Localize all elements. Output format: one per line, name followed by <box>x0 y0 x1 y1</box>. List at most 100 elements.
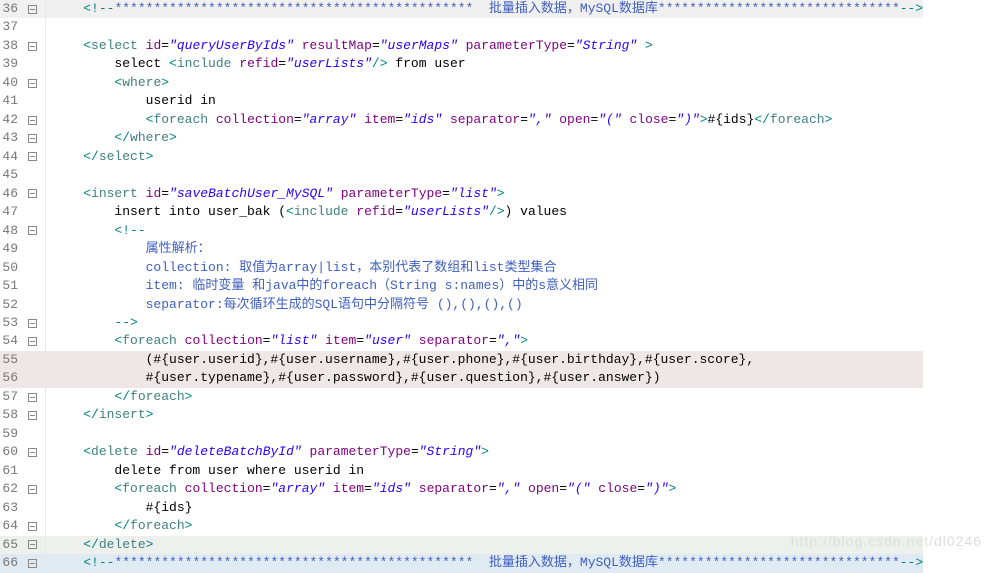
fold-toggle-icon[interactable] <box>28 134 37 143</box>
code-line[interactable]: <where> <box>46 74 923 92</box>
gutter-row: 42 <box>0 111 45 129</box>
gutter-row: 65 <box>0 536 45 554</box>
code-line[interactable]: userid in <box>46 92 923 110</box>
gutter-row: 38 <box>0 37 45 55</box>
code-line[interactable] <box>46 18 923 36</box>
gutter-row: 48 <box>0 222 45 240</box>
line-number: 42 <box>0 111 22 129</box>
fold-toggle-icon[interactable] <box>28 485 37 494</box>
code-line[interactable]: <!--************************************… <box>46 554 923 572</box>
gutter-row: 47 <box>0 203 45 221</box>
line-number: 54 <box>0 332 22 350</box>
code-line[interactable]: <!-- <box>46 222 923 240</box>
fold-marker-slot <box>22 425 42 443</box>
code-line[interactable]: <select id="queryUserByIds" resultMap="u… <box>46 37 923 55</box>
code-line[interactable]: #{user.typename},#{user.password},#{user… <box>46 369 923 387</box>
code-line[interactable]: insert into user_bak (<include refid="us… <box>46 203 923 221</box>
code-line[interactable]: <foreach collection="list" item="user" s… <box>46 332 923 350</box>
fold-toggle-icon[interactable] <box>28 411 37 420</box>
fold-toggle-icon[interactable] <box>28 319 37 328</box>
fold-toggle-icon[interactable] <box>28 189 37 198</box>
code-line[interactable]: #{ids} <box>46 499 923 517</box>
fold-marker-slot <box>22 74 42 92</box>
code-line[interactable]: </where> <box>46 129 923 147</box>
line-number: 46 <box>0 185 22 203</box>
fold-marker-slot <box>22 332 42 350</box>
line-number: 52 <box>0 296 22 314</box>
fold-toggle-icon[interactable] <box>28 152 37 161</box>
code-line[interactable]: <foreach collection="array" item="ids" s… <box>46 111 923 129</box>
gutter-row: 51 <box>0 277 45 295</box>
line-number: 50 <box>0 259 22 277</box>
fold-marker-slot <box>22 240 42 258</box>
code-line[interactable]: 属性解析： <box>46 240 923 258</box>
gutter-row: 40 <box>0 74 45 92</box>
code-line[interactable]: <delete id="deleteBatchById" parameterTy… <box>46 443 923 461</box>
fold-toggle-icon[interactable] <box>28 337 37 346</box>
fold-toggle-icon[interactable] <box>28 116 37 125</box>
code-line[interactable]: <!--************************************… <box>46 0 923 18</box>
fold-toggle-icon[interactable] <box>28 448 37 457</box>
fold-toggle-icon[interactable] <box>28 79 37 88</box>
fold-toggle-icon[interactable] <box>28 559 37 568</box>
code-line[interactable]: --> <box>46 314 923 332</box>
fold-marker-slot <box>22 388 42 406</box>
gutter-row: 62 <box>0 480 45 498</box>
fold-toggle-icon[interactable] <box>28 540 37 549</box>
code-line[interactable]: item: 临时变量 和java中的foreach（String s:names… <box>46 277 923 295</box>
code-line[interactable] <box>46 166 923 184</box>
code-line[interactable]: separator:每次循环生成的SQL语句中分隔符号 (),(),(),() <box>46 296 923 314</box>
code-line[interactable]: <foreach collection="array" item="ids" s… <box>46 480 923 498</box>
code-line[interactable]: select <include refid="userLists"/> from… <box>46 55 923 73</box>
line-number: 47 <box>0 203 22 221</box>
fold-marker-slot <box>22 443 42 461</box>
line-number: 43 <box>0 129 22 147</box>
gutter-row: 41 <box>0 92 45 110</box>
gutter-row: 58 <box>0 406 45 424</box>
line-number: 44 <box>0 148 22 166</box>
code-line[interactable]: </foreach> <box>46 388 923 406</box>
gutter-row: 53 <box>0 314 45 332</box>
fold-marker-slot <box>22 111 42 129</box>
fold-marker-slot <box>22 166 42 184</box>
code-line[interactable]: <insert id="saveBatchUser_MySQL" paramet… <box>46 185 923 203</box>
gutter-row: 63 <box>0 499 45 517</box>
code-editor[interactable]: 3637383940414243444546474849505152535455… <box>0 0 1000 573</box>
line-number-gutter[interactable]: 3637383940414243444546474849505152535455… <box>0 0 46 573</box>
gutter-row: 46 <box>0 185 45 203</box>
fold-toggle-icon[interactable] <box>28 5 37 14</box>
code-line[interactable]: delete from user where userid in <box>46 462 923 480</box>
line-number: 66 <box>0 554 22 572</box>
fold-toggle-icon[interactable] <box>28 393 37 402</box>
code-line[interactable]: </select> <box>46 148 923 166</box>
gutter-row: 57 <box>0 388 45 406</box>
line-number: 62 <box>0 480 22 498</box>
code-line[interactable]: </insert> <box>46 406 923 424</box>
fold-marker-slot <box>22 369 42 387</box>
fold-marker-slot <box>22 18 42 36</box>
fold-marker-slot <box>22 536 42 554</box>
line-number: 38 <box>0 37 22 55</box>
gutter-row: 56 <box>0 369 45 387</box>
line-number: 49 <box>0 240 22 258</box>
gutter-row: 49 <box>0 240 45 258</box>
fold-marker-slot <box>22 351 42 369</box>
code-line[interactable] <box>46 425 923 443</box>
fold-toggle-icon[interactable] <box>28 522 37 531</box>
gutter-row: 64 <box>0 517 45 535</box>
fold-marker-slot <box>22 314 42 332</box>
code-line[interactable]: collection: 取值为array|list，本别代表了数组和list类型… <box>46 259 923 277</box>
line-number: 36 <box>0 0 22 18</box>
fold-toggle-icon[interactable] <box>28 226 37 235</box>
line-number: 51 <box>0 277 22 295</box>
fold-marker-slot <box>22 185 42 203</box>
line-number: 53 <box>0 314 22 332</box>
code-line[interactable]: (#{user.userid},#{user.username},#{user.… <box>46 351 923 369</box>
line-number: 37 <box>0 18 22 36</box>
code-area[interactable]: <!--************************************… <box>46 0 923 573</box>
fold-marker-slot <box>22 462 42 480</box>
code-line[interactable]: </foreach> <box>46 517 923 535</box>
line-number: 64 <box>0 517 22 535</box>
fold-toggle-icon[interactable] <box>28 42 37 51</box>
code-line[interactable]: </delete> <box>46 536 923 554</box>
